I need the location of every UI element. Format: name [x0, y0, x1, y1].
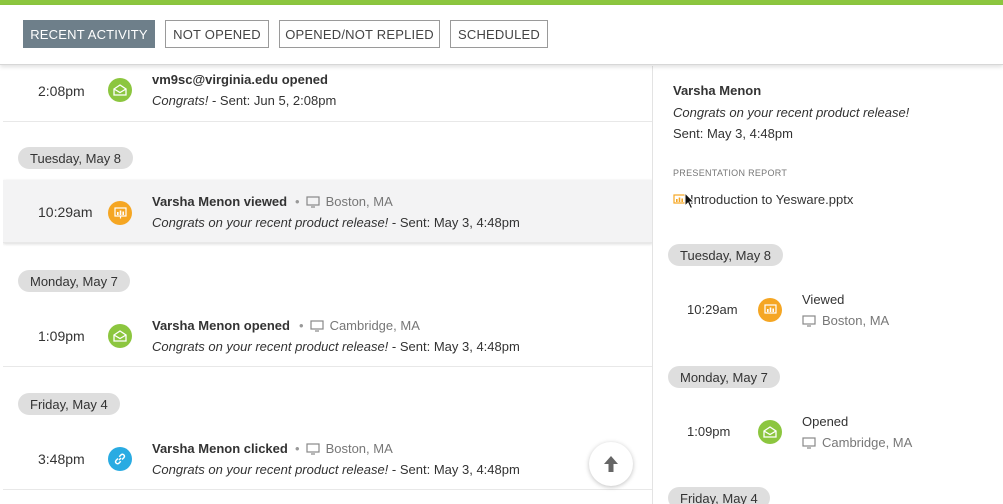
email-sent-time: Sent: May 3, 4:48pm [673, 126, 793, 141]
recipient-name: Varsha Menon [673, 83, 762, 98]
detail-panel: Varsha Menon Congrats on your recent pro… [655, 66, 1003, 504]
activity-location: • Boston, MA [295, 441, 393, 456]
activity-title: Varsha Menon clicked [152, 441, 288, 456]
envelope-open-icon [108, 324, 132, 348]
timeline-location: Boston, MA [802, 313, 889, 328]
monitor-icon [309, 319, 324, 332]
activity-location: • Cambridge, MA [299, 318, 420, 333]
date-divider: Monday, May 7 [668, 366, 780, 388]
date-divider: Friday, May 4 [18, 393, 120, 415]
activity-subject-line: Congrats! - Sent: Jun 5, 2:08pm [152, 93, 336, 108]
activity-sent: - Sent: Jun 5, 2:08pm [208, 93, 337, 108]
date-divider: Monday, May 7 [18, 270, 130, 292]
timeline-action: Viewed [802, 292, 845, 307]
link-icon [108, 447, 132, 471]
envelope-open-icon [758, 420, 782, 444]
activity-subject-line: Congrats on your recent product release!… [152, 339, 520, 354]
timeline-time: 10:29am [687, 302, 738, 317]
activity-row[interactable]: 1:09pm Varsha Menon opened • Cambridge, … [3, 304, 652, 367]
tab-recent-activity[interactable]: RECENT ACTIVITY [23, 20, 155, 48]
activity-title: vm9sc@virginia.edu opened [152, 72, 328, 87]
activity-row[interactable]: 2:08pm vm9sc@virginia.edu opened Congrat… [3, 66, 652, 122]
activity-time: 3:48pm [38, 451, 85, 467]
activity-title: Varsha Menon opened [152, 318, 290, 333]
monitor-icon [305, 195, 320, 208]
activity-subject-line: Congrats on your recent product release!… [152, 462, 520, 477]
activity-time: 1:09pm [38, 328, 85, 344]
date-divider: Friday, May 4 [668, 487, 770, 504]
scroll-to-top-button[interactable] [589, 442, 633, 486]
tab-not-opened[interactable]: NOT OPENED [165, 20, 269, 48]
envelope-open-icon [108, 78, 132, 102]
arrow-up-icon [604, 456, 618, 472]
monitor-icon [802, 314, 816, 327]
activity-subject-line: Congrats on your recent product release!… [152, 215, 520, 230]
timeline-action: Opened [802, 414, 849, 429]
activity-subject: Congrats! [152, 93, 209, 108]
section-label: PRESENTATION REPORT [673, 168, 788, 178]
tab-opened-not-replied[interactable]: OPENED/NOT REPLIED [279, 20, 440, 48]
monitor-icon [305, 442, 320, 455]
activity-time: 2:08pm [38, 83, 85, 99]
activity-row[interactable]: 3:48pm Varsha Menon clicked • Boston, MA… [3, 427, 652, 490]
presentation-file-link[interactable]: Introduction to Yesware.pptx [673, 192, 853, 207]
filter-tabs: RECENT ACTIVITY NOT OPENED OPENED/NOT RE… [0, 5, 1003, 65]
mouse-cursor-icon [684, 192, 696, 210]
presentation-icon [108, 201, 132, 225]
timeline-location: Cambridge, MA [802, 435, 912, 450]
tab-scheduled[interactable]: SCHEDULED [450, 20, 548, 48]
activity-title: Varsha Menon viewed [152, 194, 288, 209]
timeline-time: 1:09pm [687, 424, 731, 439]
activity-time: 10:29am [38, 204, 93, 220]
activity-feed: 2:08pm vm9sc@virginia.edu opened Congrat… [3, 66, 653, 504]
date-divider: Tuesday, May 8 [18, 147, 134, 169]
presentation-icon [758, 298, 782, 322]
monitor-icon [802, 436, 816, 449]
email-subject: Congrats on your recent product release! [673, 105, 910, 120]
date-divider: Tuesday, May 8 [668, 244, 784, 266]
activity-row[interactable]: 10:29am Varsha Menon viewed • Boston, MA… [3, 180, 652, 243]
activity-location: • Boston, MA [295, 194, 393, 209]
